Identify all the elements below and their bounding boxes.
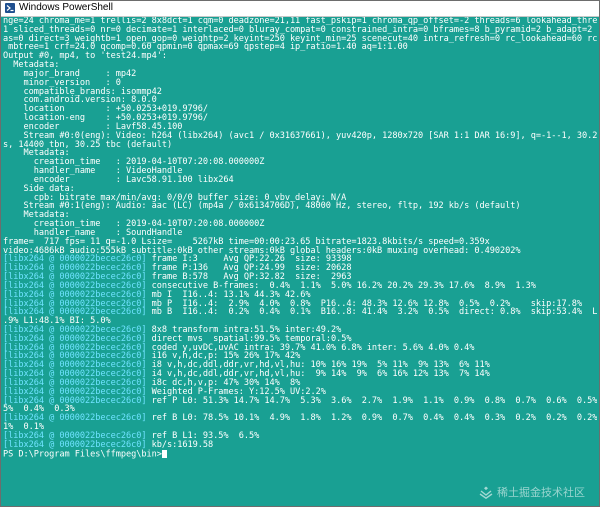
console-line: Output #0, mp4, to 'test24.mp4': xyxy=(3,51,167,62)
juejin-logo-icon xyxy=(479,486,493,499)
powershell-icon xyxy=(5,3,15,13)
console-line: [libx264 @ 0000022becec26c0] ref B L0: 7… xyxy=(3,413,597,424)
title-bar[interactable]: Windows PowerShell xyxy=(1,1,599,17)
powershell-window: Windows PowerShell nge=24 chroma_me=1 tr… xyxy=(0,0,600,507)
watermark: 稀土掘金技术社区 xyxy=(479,484,585,500)
window-title: Windows PowerShell xyxy=(19,2,113,13)
console-output[interactable]: nge=24 chroma_me=1 trellis=2 8x8dct=1 cq… xyxy=(3,17,597,506)
console-line: Stream #0:1(eng): Audio: aac (LC) (mp4a … xyxy=(3,201,521,212)
watermark-text: 稀土掘金技术社区 xyxy=(497,486,585,499)
text-cursor xyxy=(161,449,167,458)
console-line: encoder : Lavc58.91.100 libx264 xyxy=(3,174,234,185)
console-line: PS D:\Program Files\ffmpeg\bin> xyxy=(3,450,597,459)
console-line: [libx264 @ 0000022becec26c0] ref P L0: 5… xyxy=(3,395,597,406)
console-line: s, 14400 tbn, 30.25 tbc (default) xyxy=(3,139,173,150)
